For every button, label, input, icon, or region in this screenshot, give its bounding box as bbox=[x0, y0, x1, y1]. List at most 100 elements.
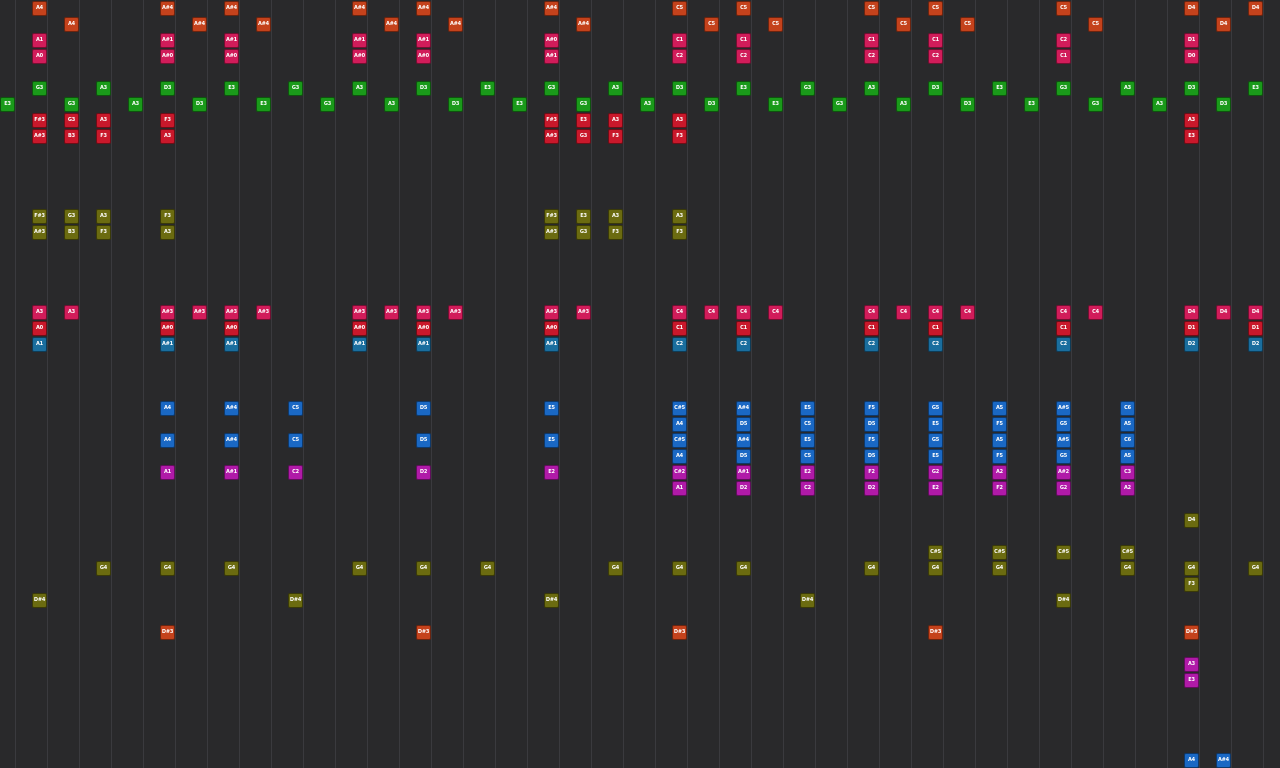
note-block[interactable]: C4 bbox=[768, 305, 783, 320]
note-block[interactable]: C5 bbox=[928, 1, 943, 16]
note-block[interactable]: D0 bbox=[1184, 49, 1199, 64]
note-block[interactable]: C1 bbox=[1056, 49, 1071, 64]
note-block[interactable]: D5 bbox=[736, 449, 751, 464]
note-block[interactable]: A#4 bbox=[384, 17, 399, 32]
note-block[interactable]: D4 bbox=[1184, 1, 1199, 16]
note-block[interactable]: G4 bbox=[224, 561, 239, 576]
note-block[interactable]: A#4 bbox=[224, 401, 239, 416]
note-block[interactable]: C2 bbox=[288, 465, 303, 480]
note-block[interactable]: G4 bbox=[352, 561, 367, 576]
note-block[interactable]: A3 bbox=[608, 81, 623, 96]
note-block[interactable]: A#4 bbox=[448, 17, 463, 32]
note-block[interactable]: A3 bbox=[352, 81, 367, 96]
note-block[interactable]: C5 bbox=[288, 433, 303, 448]
note-block[interactable]: C5 bbox=[960, 17, 975, 32]
note-block[interactable]: A3 bbox=[64, 305, 79, 320]
note-block[interactable]: A3 bbox=[128, 97, 143, 112]
note-block[interactable]: C5 bbox=[800, 417, 815, 432]
note-grid[interactable]: A4 A#4 A#4 A#4 A#4 A#4 C5 C5 C5 C5 C5 D4 D4 A4 A#4 A#4 A… bbox=[0, 0, 1280, 768]
note-block[interactable]: A4 bbox=[672, 449, 687, 464]
note-block[interactable]: B3 bbox=[64, 129, 79, 144]
note-block[interactable]: A#3 bbox=[32, 225, 47, 240]
note-block[interactable]: G4 bbox=[1184, 561, 1199, 576]
note-block[interactable]: A#4 bbox=[1216, 753, 1231, 768]
note-block[interactable]: A#1 bbox=[224, 465, 239, 480]
note-block[interactable]: D2 bbox=[416, 465, 431, 480]
note-block[interactable]: E2 bbox=[928, 481, 943, 496]
note-block[interactable]: A3 bbox=[96, 209, 111, 224]
note-block[interactable]: F#3 bbox=[32, 113, 47, 128]
note-block[interactable]: A3 bbox=[32, 305, 47, 320]
note-block[interactable]: C#5 bbox=[672, 401, 687, 416]
note-block[interactable]: E3 bbox=[576, 209, 591, 224]
note-block[interactable]: C2 bbox=[928, 49, 943, 64]
note-block[interactable]: A#5 bbox=[1056, 401, 1071, 416]
note-block[interactable]: C#5 bbox=[1120, 545, 1135, 560]
note-block[interactable]: F3 bbox=[608, 129, 623, 144]
note-block[interactable]: G3 bbox=[1056, 81, 1071, 96]
note-block[interactable]: D2 bbox=[864, 481, 879, 496]
note-block[interactable]: D4 bbox=[1216, 17, 1231, 32]
note-block[interactable]: A3 bbox=[96, 81, 111, 96]
note-block[interactable]: D#4 bbox=[32, 593, 47, 608]
note-block[interactable]: F3 bbox=[160, 113, 175, 128]
note-block[interactable]: A3 bbox=[1120, 81, 1135, 96]
note-block[interactable]: A#4 bbox=[160, 1, 175, 16]
note-block[interactable]: A#4 bbox=[736, 401, 751, 416]
note-block[interactable]: A4 bbox=[160, 433, 175, 448]
note-block[interactable]: D#4 bbox=[544, 593, 559, 608]
note-block[interactable]: G4 bbox=[864, 561, 879, 576]
note-block[interactable]: A3 bbox=[96, 113, 111, 128]
note-block[interactable]: E3 bbox=[256, 97, 271, 112]
note-block[interactable]: C#5 bbox=[992, 545, 1007, 560]
note-block[interactable]: D2 bbox=[1248, 337, 1263, 352]
note-block[interactable]: F3 bbox=[672, 129, 687, 144]
note-block[interactable]: A#0 bbox=[160, 321, 175, 336]
note-block[interactable]: F3 bbox=[96, 129, 111, 144]
note-block[interactable]: C#2 bbox=[672, 465, 687, 480]
note-block[interactable]: F3 bbox=[608, 225, 623, 240]
note-block[interactable]: A3 bbox=[384, 97, 399, 112]
note-block[interactable]: A4 bbox=[32, 1, 47, 16]
note-block[interactable]: E2 bbox=[544, 465, 559, 480]
note-block[interactable]: F3 bbox=[160, 209, 175, 224]
note-block[interactable]: G3 bbox=[576, 225, 591, 240]
note-block[interactable]: G3 bbox=[64, 97, 79, 112]
note-block[interactable]: D#4 bbox=[800, 593, 815, 608]
note-block[interactable]: A#3 bbox=[544, 305, 559, 320]
note-block[interactable]: E5 bbox=[544, 401, 559, 416]
note-block[interactable]: D3 bbox=[928, 81, 943, 96]
note-block[interactable]: A#0 bbox=[352, 321, 367, 336]
note-block[interactable]: G5 bbox=[928, 433, 943, 448]
note-block[interactable]: C2 bbox=[736, 49, 751, 64]
note-block[interactable]: D1 bbox=[1184, 33, 1199, 48]
note-block[interactable]: C2 bbox=[928, 337, 943, 352]
note-block[interactable]: D4 bbox=[1184, 513, 1199, 528]
note-block[interactable]: A#1 bbox=[416, 33, 431, 48]
note-block[interactable]: A#3 bbox=[416, 305, 431, 320]
note-block[interactable]: C5 bbox=[800, 449, 815, 464]
note-block[interactable]: A5 bbox=[992, 433, 1007, 448]
note-block[interactable]: D5 bbox=[864, 449, 879, 464]
note-block[interactable]: C5 bbox=[672, 1, 687, 16]
note-block[interactable]: E5 bbox=[928, 417, 943, 432]
note-block[interactable]: E3 bbox=[1184, 673, 1199, 688]
note-block[interactable]: C2 bbox=[1056, 33, 1071, 48]
note-block[interactable]: F3 bbox=[672, 225, 687, 240]
note-block[interactable]: D#3 bbox=[1184, 625, 1199, 640]
note-block[interactable]: A#4 bbox=[416, 1, 431, 16]
note-block[interactable]: A4 bbox=[160, 401, 175, 416]
note-block[interactable]: A#3 bbox=[384, 305, 399, 320]
note-block[interactable]: A#1 bbox=[736, 465, 751, 480]
note-block[interactable]: F#3 bbox=[32, 209, 47, 224]
note-block[interactable]: C4 bbox=[704, 305, 719, 320]
note-block[interactable]: G3 bbox=[64, 209, 79, 224]
note-block[interactable]: F#3 bbox=[544, 113, 559, 128]
note-block[interactable]: A#4 bbox=[736, 433, 751, 448]
note-block[interactable]: C2 bbox=[736, 337, 751, 352]
note-block[interactable]: A1 bbox=[32, 337, 47, 352]
note-block[interactable]: A#1 bbox=[160, 33, 175, 48]
note-block[interactable]: A5 bbox=[1120, 449, 1135, 464]
note-block[interactable]: G3 bbox=[64, 113, 79, 128]
note-block[interactable]: E3 bbox=[480, 81, 495, 96]
